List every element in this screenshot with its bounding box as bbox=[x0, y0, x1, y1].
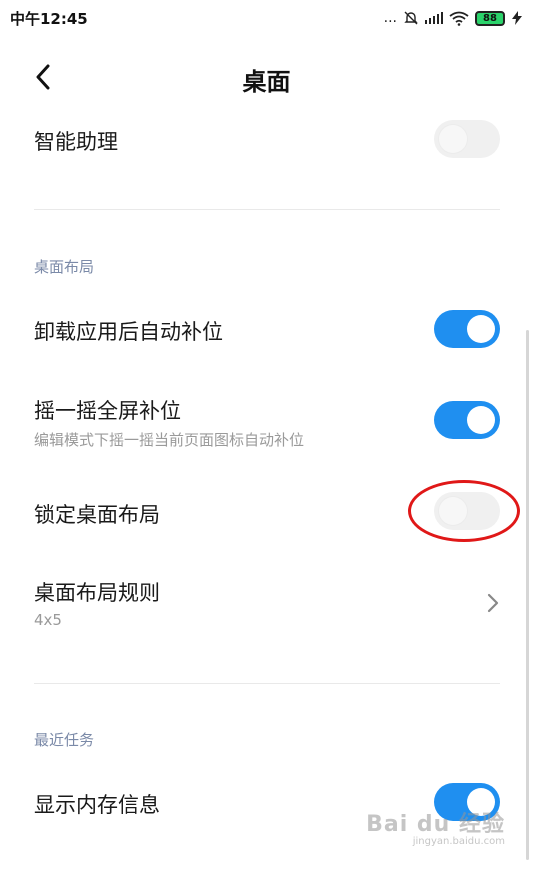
lock-layout-toggle[interactable] bbox=[434, 492, 500, 530]
lock-layout-row[interactable]: 锁定桌面布局 bbox=[34, 499, 500, 529]
smart-assistant-row[interactable]: 智能助理 bbox=[34, 126, 500, 156]
shake-refill-row[interactable]: 摇一摇全屏补位 编辑模式下摇一摇当前页面图标自动补位 bbox=[34, 395, 500, 450]
section-recent-tasks: 最近任务 bbox=[34, 731, 95, 749]
signal-icon bbox=[425, 12, 443, 24]
layout-rule-row[interactable]: 桌面布局规则 4x5 bbox=[34, 577, 500, 629]
divider bbox=[34, 209, 500, 210]
lock-layout-label: 锁定桌面布局 bbox=[34, 503, 160, 527]
shake-refill-subtitle: 编辑模式下摇一摇当前页面图标自动补位 bbox=[34, 431, 305, 449]
shake-refill-label: 摇一摇全屏补位 bbox=[34, 399, 181, 423]
charging-icon bbox=[512, 11, 522, 25]
toggle-knob bbox=[467, 406, 495, 434]
status-icons: ... 88 bbox=[384, 10, 523, 26]
watermark-main: Bai du 经验 bbox=[366, 812, 505, 837]
toggle-knob bbox=[439, 125, 467, 153]
layout-rule-value: 4x5 bbox=[34, 611, 62, 629]
mute-bell-icon bbox=[404, 11, 418, 25]
refill-after-uninstall-toggle[interactable] bbox=[434, 310, 500, 348]
header: 桌面 bbox=[0, 50, 533, 106]
refill-after-uninstall-label: 卸载应用后自动补位 bbox=[34, 320, 223, 344]
divider bbox=[34, 683, 500, 684]
baidu-watermark: Bai du 经验 jingyan.baidu.com bbox=[366, 806, 505, 847]
page-title: 桌面 bbox=[242, 68, 291, 96]
chevron-right-icon[interactable] bbox=[486, 592, 500, 614]
settings-screen: 中午12:45 ... 88 桌面 智能助理 桌面布局 卸载应用后自动补位 摇一… bbox=[0, 0, 533, 870]
status-bar: 中午12:45 ... 88 bbox=[0, 0, 533, 36]
shake-refill-toggle[interactable] bbox=[434, 401, 500, 439]
toggle-knob bbox=[439, 497, 467, 525]
battery-icon: 88 bbox=[475, 10, 505, 26]
smart-assistant-toggle[interactable] bbox=[434, 120, 500, 158]
toggle-knob bbox=[467, 315, 495, 343]
status-time: 中午12:45 bbox=[10, 9, 88, 28]
wifi-icon bbox=[449, 11, 469, 26]
layout-rule-label: 桌面布局规则 bbox=[34, 581, 160, 605]
scrollbar[interactable] bbox=[526, 330, 529, 860]
more-dots-icon: ... bbox=[383, 10, 397, 26]
refill-after-uninstall-row[interactable]: 卸载应用后自动补位 bbox=[34, 316, 500, 346]
section-desktop-layout: 桌面布局 bbox=[34, 258, 95, 276]
smart-assistant-label: 智能助理 bbox=[34, 130, 118, 154]
